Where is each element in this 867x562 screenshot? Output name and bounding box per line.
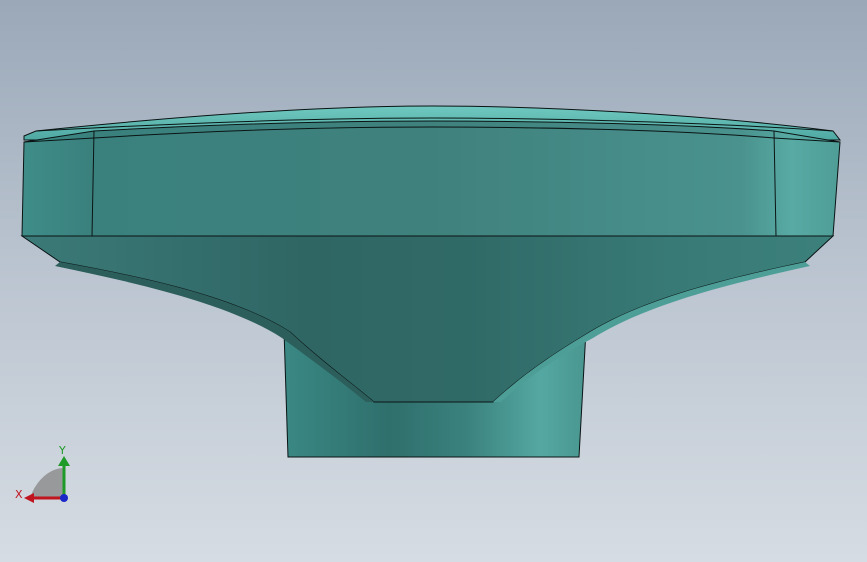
triad-plane-shade (30, 468, 64, 498)
disc-side-face (21, 120, 841, 237)
y-axis-label: Y (58, 444, 66, 457)
3d-viewport[interactable]: Y X (0, 0, 867, 562)
x-axis-label: X (15, 488, 23, 501)
underside-fillet-face (20, 235, 835, 403)
z-axis-point (60, 494, 68, 502)
y-axis-arrow (58, 456, 70, 466)
coordinate-triad-icon: Y X (15, 444, 70, 503)
cad-part-model[interactable] (0, 0, 867, 562)
x-axis-arrow (24, 493, 34, 503)
